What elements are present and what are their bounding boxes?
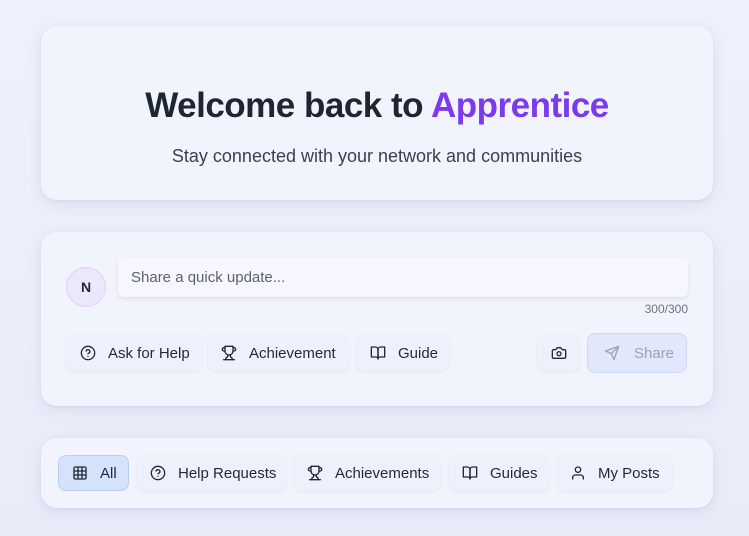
camera-icon bbox=[551, 345, 567, 361]
brand-name: Apprentice bbox=[430, 86, 609, 125]
filter-help-requests[interactable]: Help Requests bbox=[137, 455, 286, 491]
filter-my-posts[interactable]: My Posts bbox=[557, 455, 672, 491]
avatar[interactable]: N bbox=[66, 267, 106, 307]
share-label: Share bbox=[634, 344, 675, 362]
achievement-label: Achievement bbox=[249, 344, 336, 362]
share-button[interactable]: Share bbox=[587, 333, 687, 373]
post-composer: N 300/300 Ask for Help Achievement Guide… bbox=[41, 232, 713, 406]
guide-label: Guide bbox=[398, 344, 439, 362]
page-title: Welcome back to Apprentice bbox=[41, 86, 713, 126]
send-icon bbox=[604, 345, 620, 361]
filter-guides[interactable]: Guides bbox=[449, 455, 549, 491]
filter-guides-label: Guides bbox=[490, 464, 538, 482]
trophy-icon bbox=[221, 345, 237, 361]
filter-achievements-label: Achievements bbox=[335, 464, 430, 482]
guide-button[interactable]: Guide bbox=[356, 335, 449, 371]
filter-all-label: All bbox=[100, 464, 117, 482]
feed-filters: All Help Requests Achievements Guides My… bbox=[41, 438, 713, 508]
filter-achievements[interactable]: Achievements bbox=[294, 455, 441, 491]
ask-for-help-label: Ask for Help bbox=[108, 344, 190, 362]
book-open-icon bbox=[462, 465, 478, 481]
filter-my-posts-label: My Posts bbox=[598, 464, 660, 482]
trophy-icon bbox=[307, 465, 323, 481]
help-circle-icon bbox=[150, 465, 166, 481]
grid-icon bbox=[72, 465, 88, 481]
help-circle-icon bbox=[80, 345, 96, 361]
user-icon bbox=[570, 465, 586, 481]
achievement-button[interactable]: Achievement bbox=[208, 335, 349, 371]
welcome-subtitle: Stay connected with your network and com… bbox=[171, 146, 583, 166]
welcome-card: Welcome back to Apprentice Stay connecte… bbox=[41, 26, 713, 200]
book-open-icon bbox=[370, 345, 386, 361]
char-count: 300/300 bbox=[644, 302, 688, 316]
ask-for-help-button[interactable]: Ask for Help bbox=[66, 335, 202, 371]
update-input[interactable] bbox=[118, 257, 688, 297]
filter-all[interactable]: All bbox=[58, 455, 129, 491]
add-photo-button[interactable] bbox=[537, 335, 580, 371]
filter-help-requests-label: Help Requests bbox=[178, 464, 277, 482]
title-prefix: Welcome back to bbox=[145, 86, 431, 125]
